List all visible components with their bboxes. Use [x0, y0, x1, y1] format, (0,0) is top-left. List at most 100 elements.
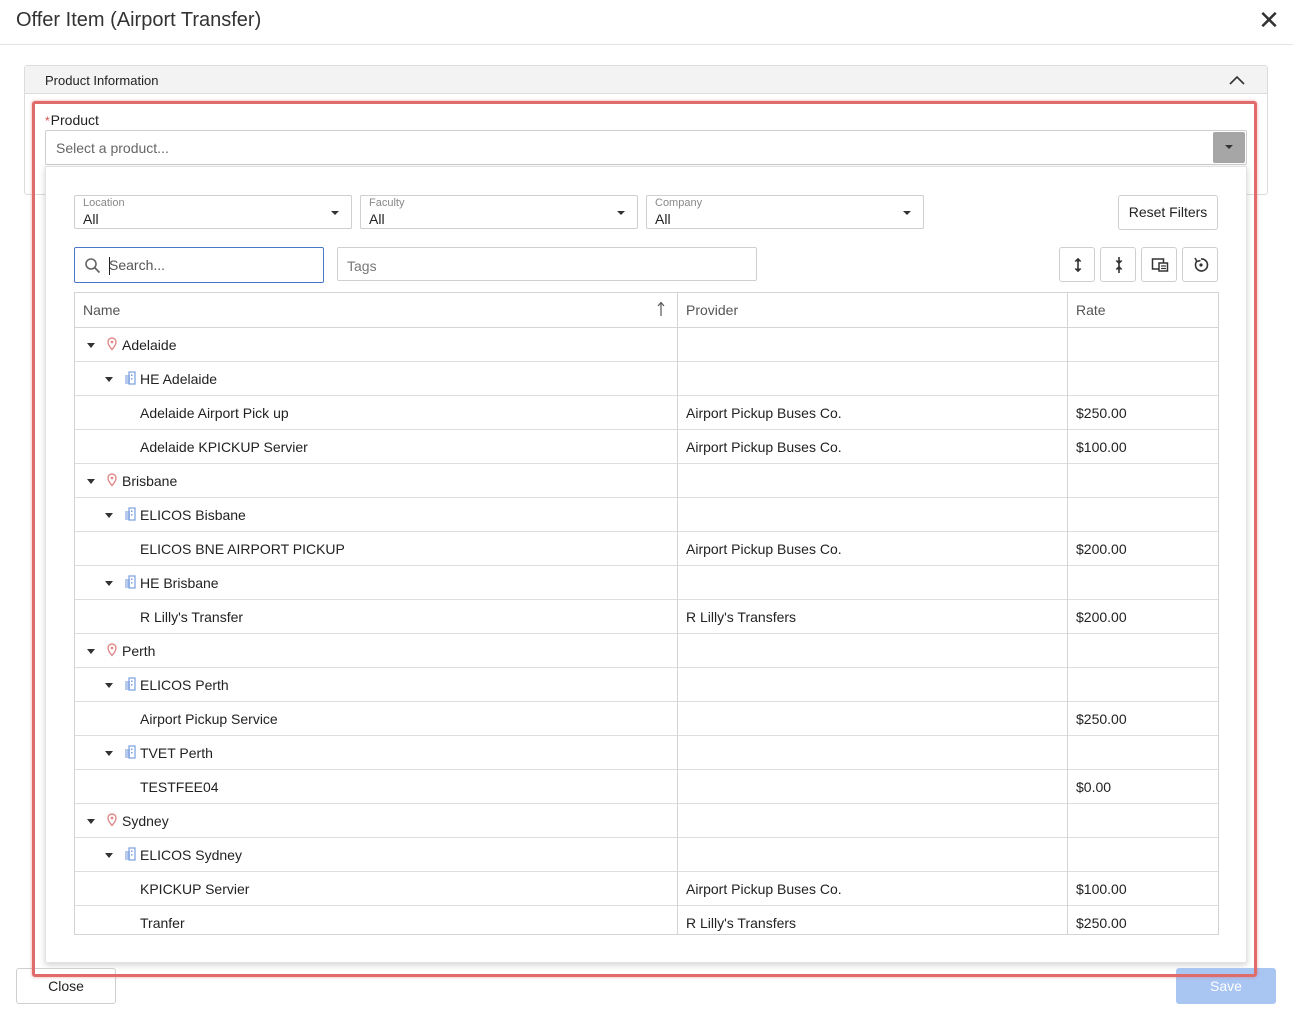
- building-icon: [125, 847, 136, 861]
- row-name: Adelaide Airport Pick up: [140, 405, 289, 421]
- expand-caret-icon[interactable]: [105, 513, 113, 518]
- column-header-provider[interactable]: Provider: [678, 293, 1067, 328]
- collapse-all-icon: [1115, 257, 1123, 273]
- faculty-group-row[interactable]: HE Brisbane: [75, 566, 1218, 600]
- product-row[interactable]: KPICKUP Servier Airport Pickup Buses Co. $…: [75, 872, 1218, 906]
- location-group-row[interactable]: Brisbane: [75, 464, 1218, 498]
- row-provider: Airport Pickup Buses Co.: [686, 439, 842, 455]
- row-name: ELICOS BNE AIRPORT PICKUP: [140, 541, 345, 557]
- tags-box[interactable]: [337, 247, 757, 281]
- product-row[interactable]: TESTFEE04 $0.00: [75, 770, 1218, 804]
- faculty-filter-value: All: [369, 211, 385, 227]
- expand-caret-icon[interactable]: [87, 649, 95, 654]
- product-row[interactable]: R Lilly's Transfer R Lilly's Transfers $20…: [75, 600, 1218, 634]
- company-filter[interactable]: Company All: [646, 195, 924, 229]
- company-filter-value: All: [655, 211, 671, 227]
- close-button[interactable]: Close: [16, 968, 116, 1004]
- row-name: HE Brisbane: [140, 575, 219, 591]
- expand-caret-icon[interactable]: [105, 683, 113, 688]
- product-dropdown-panel: Location All Faculty All Company All Res…: [45, 166, 1247, 963]
- location-pin-icon: [107, 813, 117, 827]
- expand-caret-icon[interactable]: [87, 479, 95, 484]
- row-name: Perth: [122, 643, 156, 659]
- location-filter-value: All: [83, 211, 99, 227]
- row-rate: $250.00: [1076, 405, 1127, 421]
- row-provider: Airport Pickup Buses Co.: [686, 405, 842, 421]
- reset-filters-button[interactable]: Reset Filters: [1118, 195, 1218, 230]
- column-divider: [677, 293, 678, 934]
- row-name: ELICOS Bisbane: [140, 507, 246, 523]
- product-row[interactable]: Tranfer R Lilly's Transfers $250.00: [75, 906, 1218, 934]
- location-group-row[interactable]: Perth: [75, 634, 1218, 668]
- search-icon: [85, 258, 101, 274]
- location-filter-label: Location: [83, 197, 125, 209]
- building-icon: [125, 677, 136, 691]
- location-filter[interactable]: Location All: [74, 195, 352, 229]
- reset-layout-icon: [1194, 257, 1209, 272]
- product-row[interactable]: Adelaide Airport Pick up Airport Pickup B…: [75, 396, 1218, 430]
- faculty-group-row[interactable]: HE Adelaide: [75, 362, 1218, 396]
- reset-layout-button[interactable]: [1182, 247, 1218, 282]
- caret-down-icon: [1225, 145, 1233, 149]
- row-rate: $100.00: [1076, 439, 1127, 455]
- faculty-group-row[interactable]: TVET Perth: [75, 736, 1218, 770]
- building-icon: [125, 745, 136, 759]
- row-name: ELICOS Sydney: [140, 847, 242, 863]
- product-select[interactable]: Select a product...: [45, 130, 1247, 165]
- search-input[interactable]: [109, 254, 309, 276]
- row-name: Sydney: [122, 813, 169, 829]
- row-rate: $100.00: [1076, 881, 1127, 897]
- location-group-row[interactable]: Sydney: [75, 804, 1218, 838]
- product-dropdown-button[interactable]: [1213, 132, 1245, 163]
- close-icon[interactable]: ✕: [1256, 6, 1282, 34]
- section-header[interactable]: Product Information: [25, 66, 1267, 94]
- row-name: ELICOS Perth: [140, 677, 229, 693]
- collapse-all-button[interactable]: [1100, 247, 1136, 282]
- row-name: HE Adelaide: [140, 371, 218, 387]
- save-button[interactable]: Save: [1176, 968, 1276, 1004]
- caret-down-icon: [617, 211, 625, 215]
- dialog-title: Offer Item (Airport Transfer): [16, 9, 262, 31]
- search-box[interactable]: [74, 247, 324, 283]
- product-row[interactable]: Airport Pickup Service $250.00: [75, 702, 1218, 736]
- expand-caret-icon[interactable]: [87, 343, 95, 348]
- product-tree-grid: Name Provider Rate Adelaide HE Adelaide Ad…: [74, 292, 1219, 935]
- row-name: Adelaide KPICKUP Servier: [140, 439, 308, 455]
- product-label: *Product: [45, 112, 99, 128]
- expand-caret-icon[interactable]: [105, 581, 113, 586]
- row-rate: $200.00: [1076, 541, 1127, 557]
- faculty-filter[interactable]: Faculty All: [360, 195, 638, 229]
- caret-down-icon: [903, 211, 911, 215]
- faculty-group-row[interactable]: ELICOS Perth: [75, 668, 1218, 702]
- faculty-group-row[interactable]: ELICOS Bisbane: [75, 498, 1218, 532]
- location-pin-icon: [107, 473, 117, 487]
- expand-caret-icon[interactable]: [105, 853, 113, 858]
- building-icon: [125, 371, 136, 385]
- expand-caret-icon[interactable]: [87, 819, 95, 824]
- faculty-group-row[interactable]: ELICOS Sydney: [75, 838, 1218, 872]
- chevron-up-icon[interactable]: [1227, 70, 1247, 90]
- column-header-rate[interactable]: Rate: [1068, 293, 1218, 328]
- sort-ascending-icon[interactable]: [657, 301, 665, 317]
- row-rate: $250.00: [1076, 711, 1127, 727]
- product-placeholder: Select a product...: [56, 140, 169, 156]
- row-name: Brisbane: [122, 473, 178, 489]
- row-name: R Lilly's Transfer: [140, 609, 244, 625]
- expand-caret-icon[interactable]: [105, 377, 113, 382]
- location-pin-icon: [107, 643, 117, 657]
- expand-all-button[interactable]: [1059, 247, 1095, 282]
- tags-input[interactable]: [347, 256, 727, 276]
- product-row[interactable]: Adelaide KPICKUP Servier Airport Pickup B…: [75, 430, 1218, 464]
- product-row[interactable]: ELICOS BNE AIRPORT PICKUP Airport Pickup …: [75, 532, 1218, 566]
- expand-caret-icon[interactable]: [105, 751, 113, 756]
- row-name: TVET Perth: [140, 745, 213, 761]
- row-provider: Airport Pickup Buses Co.: [686, 541, 842, 557]
- row-provider: R Lilly's Transfers: [686, 609, 797, 625]
- product-label-text: Product: [50, 112, 99, 128]
- location-pin-icon: [107, 337, 117, 351]
- location-group-row[interactable]: Adelaide: [75, 328, 1218, 362]
- row-name: Airport Pickup Service: [140, 711, 278, 727]
- building-icon: [125, 575, 136, 589]
- column-header-name[interactable]: Name: [75, 293, 677, 328]
- column-chooser-button[interactable]: [1141, 247, 1177, 282]
